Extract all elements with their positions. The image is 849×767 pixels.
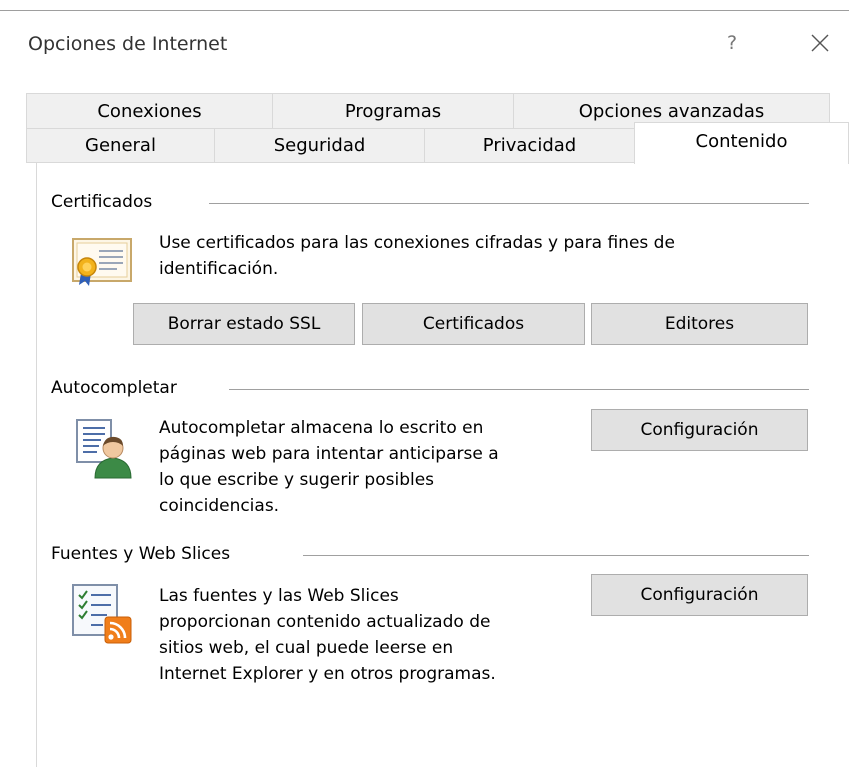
- tab-general[interactable]: General: [26, 128, 215, 163]
- window-title: Opciones de Internet: [28, 33, 228, 55]
- help-button[interactable]: ?: [712, 25, 752, 61]
- certificates-description-line2: identificación.: [159, 259, 279, 279]
- close-button[interactable]: [798, 25, 842, 61]
- autocomplete-description: Autocompletar almacena lo escrito en pág…: [159, 415, 499, 519]
- autocomplete-group-divider: [229, 389, 809, 390]
- feeds-settings-button[interactable]: Configuración: [591, 574, 808, 616]
- autocomplete-description-line3: lo que escribe y sugerir posibles: [159, 470, 435, 490]
- certificate-icon: [72, 238, 132, 286]
- rss-feed-icon: [72, 584, 132, 644]
- certificates-group-divider: [209, 203, 809, 204]
- autocomplete-description-line1: Autocompletar almacena lo escrito en: [159, 418, 484, 438]
- certificates-description: Use certificados para las conexiones cif…: [159, 230, 675, 282]
- tab-content[interactable]: Contenido: [634, 122, 849, 164]
- publishers-button[interactable]: Editores: [591, 303, 808, 345]
- close-icon: [811, 34, 829, 52]
- feeds-description-line3: sitios web, el cual puede leerse en: [159, 638, 454, 658]
- feeds-description-line1: Las fuentes y las Web Slices: [159, 586, 399, 606]
- title-bar[interactable]: Opciones de Internet ?: [0, 11, 849, 73]
- tab-security[interactable]: Seguridad: [214, 128, 425, 163]
- feeds-description-line2: proporcionan contenido actualizado de: [159, 612, 491, 632]
- tab-programs[interactable]: Programas: [272, 93, 514, 129]
- certificates-description-line1: Use certificados para las conexiones cif…: [159, 233, 675, 253]
- feeds-description-line4: Internet Explorer y en otros programas.: [159, 664, 496, 684]
- clear-ssl-state-button[interactable]: Borrar estado SSL: [133, 303, 355, 345]
- autocomplete-settings-button[interactable]: Configuración: [591, 409, 808, 451]
- certificates-group-title: Certificados: [51, 192, 153, 212]
- internet-options-dialog: Opciones de Internet ? Conexiones Progra…: [0, 0, 849, 767]
- feeds-group-title: Fuentes y Web Slices: [51, 544, 231, 564]
- tab-privacy[interactable]: Privacidad: [424, 128, 635, 163]
- autocomplete-description-line4: coincidencias.: [159, 496, 280, 516]
- feeds-description: Las fuentes y las Web Slices proporciona…: [159, 583, 496, 687]
- feeds-group-divider: [303, 555, 809, 556]
- tab-connections[interactable]: Conexiones: [26, 93, 273, 129]
- content-tab-panel: Certificados Use certificados para las c…: [36, 162, 849, 767]
- autocomplete-user-icon: [76, 419, 132, 479]
- autocomplete-description-line2: páginas web para intentar anticiparse a: [159, 444, 499, 464]
- certificates-button[interactable]: Certificados: [362, 303, 585, 345]
- autocomplete-group-title: Autocompletar: [51, 378, 177, 398]
